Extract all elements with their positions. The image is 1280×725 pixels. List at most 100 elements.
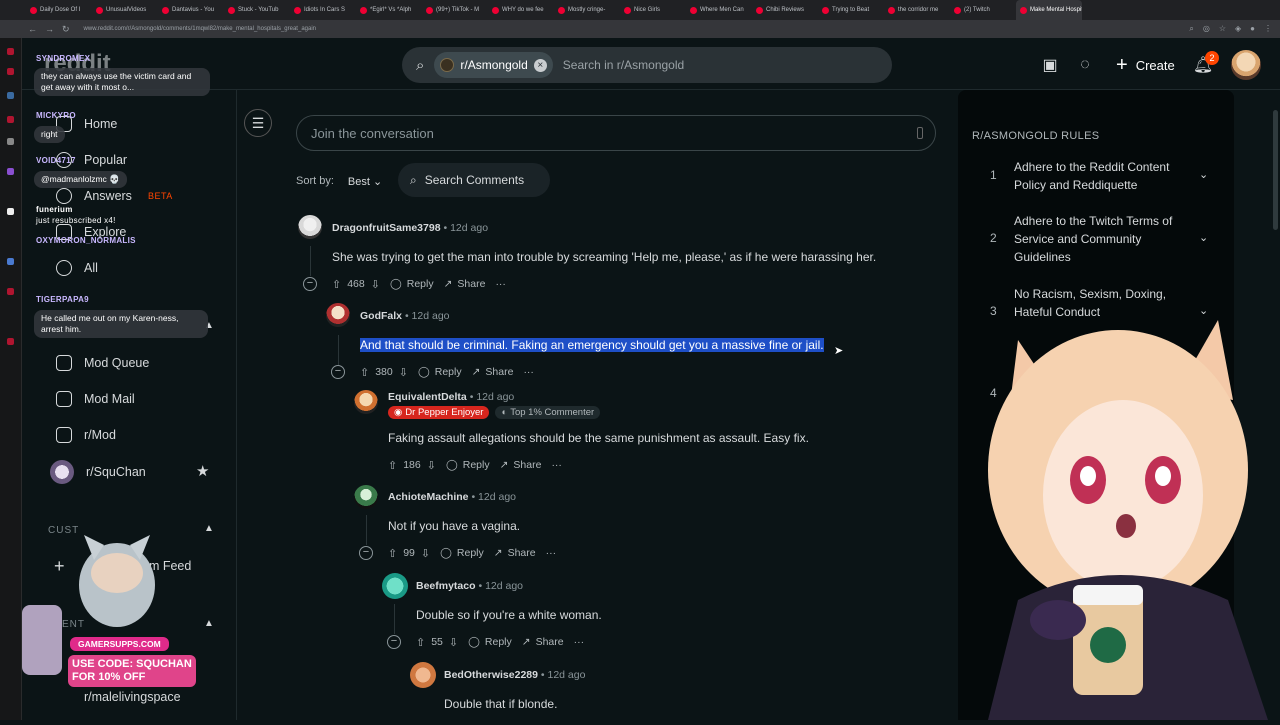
comment-author[interactable]: BedOtherwise2289 • 12d ago — [444, 669, 585, 681]
close-icon[interactable]: × — [533, 58, 547, 72]
create-button[interactable]: + Create — [1106, 48, 1185, 82]
more-options-button[interactable]: ··· — [523, 366, 534, 378]
upvote-icon[interactable]: ⇧ — [388, 547, 397, 560]
browser-tab[interactable]: Where Men Can — [686, 0, 752, 20]
selected-text[interactable]: And that should be criminal. Faking an e… — [360, 338, 824, 352]
sidebar-item-mod-mail[interactable]: Mod Mail — [56, 391, 135, 407]
reload-icon[interactable]: ↻ — [62, 24, 70, 35]
comment-avatar[interactable] — [410, 662, 436, 688]
browser-tab[interactable]: *Egirl* Vs *Alph — [356, 0, 422, 20]
upvote-icon[interactable]: ⇧ — [416, 636, 425, 649]
ad-icon[interactable]: ▣ — [1039, 54, 1061, 76]
browser-tab[interactable]: (99+) TikTok - M — [422, 0, 488, 20]
browser-tab[interactable]: Trying to Beat — [818, 0, 884, 20]
comment-author[interactable]: AchioteMachine • 12d ago — [388, 491, 516, 503]
share-button[interactable]: ↗ Share — [522, 636, 564, 648]
comment-author[interactable]: Beefmytaco • 12d ago — [416, 580, 523, 592]
sidebar-item-mod-queue[interactable]: Mod Queue — [56, 355, 149, 371]
reply-button[interactable]: ◯ Reply — [440, 547, 484, 559]
comment-author[interactable]: EquivalentDelta • 12d ago — [388, 391, 514, 403]
rule-text[interactable]: Adhere to the Twitch Terms of Service an… — [1014, 212, 1184, 266]
search-comments-button[interactable]: ⌕ Search Comments — [398, 163, 550, 197]
more-options-button[interactable]: ··· — [574, 636, 585, 648]
browser-tab[interactable]: Nice Girls — [620, 0, 686, 20]
comment-avatar[interactable] — [354, 485, 378, 509]
rail-app-icon[interactable] — [7, 92, 14, 99]
browser-tab[interactable]: the corridor me — [884, 0, 950, 20]
sidebar-item-r-mod[interactable]: r/Mod — [56, 427, 116, 443]
star-icon[interactable]: ★ — [196, 462, 209, 480]
menu-icon[interactable]: ⋮ — [1264, 24, 1272, 34]
share-button[interactable]: ↗ Share — [444, 278, 486, 290]
collapse-button[interactable]: − — [387, 635, 401, 649]
share-button[interactable]: ↗ Share — [500, 459, 542, 471]
rail-app-icon[interactable] — [7, 258, 14, 265]
more-options-button[interactable]: ··· — [551, 459, 562, 471]
rail-app-icon[interactable] — [7, 208, 14, 215]
sort-dropdown[interactable]: Best ⌄ — [348, 175, 382, 188]
scrollbar-thumb[interactable] — [1273, 110, 1278, 230]
rail-app-icon[interactable] — [7, 168, 14, 175]
rail-app-icon[interactable] — [7, 338, 14, 345]
address-bar[interactable]: www.reddit.com/r/Asmongold/comments/1mqw… — [84, 26, 316, 32]
markdown-icon[interactable] — [917, 127, 923, 139]
browser-tab[interactable]: UnusualVideos — [92, 0, 158, 20]
browser-tab[interactable]: Idiots In Cars S — [290, 0, 356, 20]
browser-tab[interactable]: Stuck - YouTub — [224, 0, 290, 20]
browser-tab[interactable]: (2) Twitch — [950, 0, 1016, 20]
chevron-down-icon[interactable]: ⌄ — [1199, 231, 1208, 244]
upvote-icon[interactable]: ⇧ — [332, 278, 341, 291]
chat-icon[interactable]: ◌ — [1074, 54, 1096, 76]
back-icon[interactable]: ← — [28, 24, 37, 34]
browser-tab[interactable]: WHY do we fee — [488, 0, 554, 20]
user-avatar[interactable] — [1231, 50, 1261, 80]
upvote-icon[interactable]: ⇧ — [360, 366, 369, 379]
subreddit-chip[interactable]: r/Asmongold × — [434, 52, 553, 78]
star-icon[interactable]: ☆ — [1219, 24, 1226, 34]
comment-author[interactable]: GodFalx • 12d ago — [360, 310, 450, 322]
reply-button[interactable]: ◯ Reply — [468, 636, 512, 648]
chevron-down-icon[interactable]: ⌄ — [1199, 168, 1208, 181]
downvote-icon[interactable]: ⇩ — [399, 366, 408, 379]
downvote-icon[interactable]: ⇩ — [421, 547, 430, 560]
reply-button[interactable]: ◯ Reply — [418, 366, 462, 378]
browser-tab[interactable]: Daily Dose Of I — [26, 0, 92, 20]
share-button[interactable]: ↗ Share — [472, 366, 514, 378]
downvote-icon[interactable]: ⇩ — [427, 459, 436, 472]
browser-tab[interactable]: Mostly cringe- — [554, 0, 620, 20]
browser-tab[interactable]: Dantavius - You — [158, 0, 224, 20]
downvote-icon[interactable]: ⇩ — [371, 278, 380, 291]
rail-app-icon[interactable] — [7, 68, 14, 75]
downvote-icon[interactable]: ⇩ — [449, 636, 458, 649]
comment-author[interactable]: DragonfruitSame3798 • 12d ago — [332, 222, 488, 234]
browser-tab-active[interactable]: Make Mental Hospitals G — [1016, 0, 1082, 20]
comment-avatar[interactable] — [326, 303, 350, 327]
rail-app-icon[interactable] — [7, 48, 14, 55]
extension-icon[interactable]: ◈ — [1235, 24, 1241, 34]
rail-app-icon[interactable] — [7, 116, 14, 123]
rail-app-icon[interactable] — [7, 288, 14, 295]
translate-icon[interactable]: ◎ — [1203, 24, 1210, 34]
upvote-icon[interactable]: ⇧ — [388, 459, 397, 472]
comment-avatar[interactable] — [382, 573, 408, 599]
zoom-icon[interactable]: ⌕ — [1189, 24, 1193, 34]
search-bar[interactable]: ⌕ r/Asmongold × Search in r/Asmongold — [402, 47, 892, 83]
sidebar-item-community[interactable]: r/SquChan — [50, 460, 146, 484]
rail-app-icon[interactable] — [7, 138, 14, 145]
reply-button[interactable]: ◯ Reply — [390, 278, 434, 290]
collapse-button[interactable]: − — [303, 277, 317, 291]
share-button[interactable]: ↗ Share — [494, 547, 536, 559]
more-options-button[interactable]: ··· — [495, 278, 506, 290]
rule-text[interactable]: Adhere to the Reddit Content Policy and … — [1014, 158, 1184, 194]
search-input[interactable]: Search in r/Asmongold — [563, 58, 684, 72]
menu-toggle-button[interactable]: ☰ — [244, 109, 272, 137]
comment-avatar[interactable] — [298, 215, 322, 239]
collapse-button[interactable]: − — [359, 546, 373, 560]
reply-button[interactable]: ◯ Reply — [446, 459, 490, 471]
browser-tab[interactable]: Chibi Reviews — [752, 0, 818, 20]
more-options-button[interactable]: ··· — [546, 547, 557, 559]
scrollbar[interactable] — [1272, 90, 1280, 720]
comment-avatar[interactable] — [354, 390, 378, 414]
comment-input[interactable]: Join the conversation — [296, 115, 936, 151]
forward-icon[interactable]: → — [45, 24, 54, 34]
